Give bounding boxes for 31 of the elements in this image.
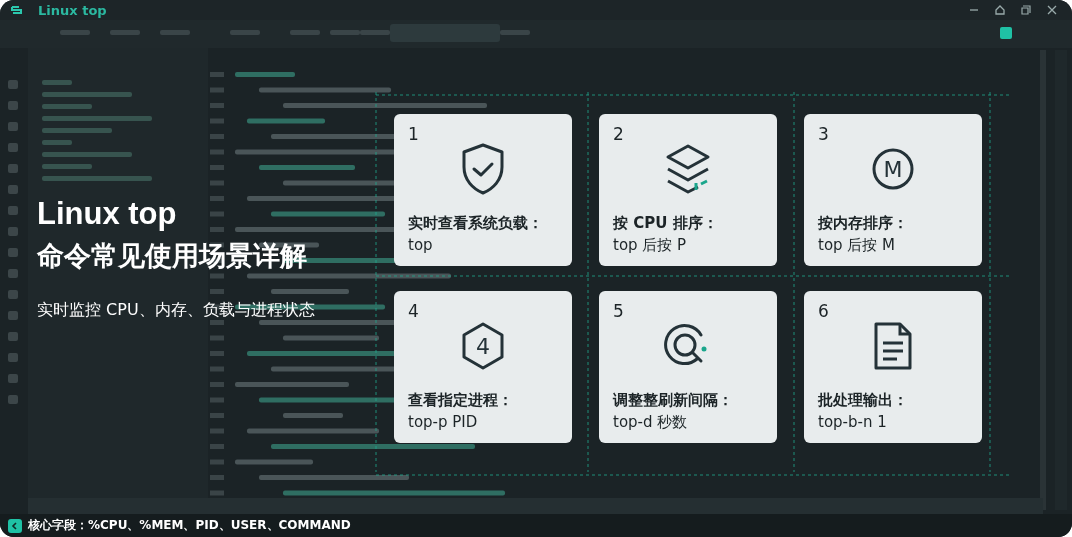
- status-text: 核心字段：%CPU、%MEM、PID、USER、COMMAND: [28, 517, 351, 534]
- hero-subtitle: 命令常见使用场景详解: [37, 239, 307, 273]
- card-command: top 后按 P: [613, 236, 687, 255]
- app-logo-icon: [10, 3, 24, 17]
- card-title: 批处理输出：: [818, 391, 908, 410]
- card-number: 1: [408, 124, 419, 144]
- card-number: 2: [613, 124, 624, 144]
- chevron-left-icon: [8, 518, 22, 533]
- hexagon-digit-icon: 4: [460, 321, 506, 371]
- hero-title: Linux top: [37, 196, 177, 232]
- card-number: 4: [408, 301, 419, 321]
- card-command: top-d 秒数: [613, 413, 688, 432]
- hero-tagline: 实时监控 CPU、内存、负载与进程状态: [37, 300, 315, 321]
- letter-circle-icon: M: [871, 147, 915, 191]
- card-number: 5: [613, 301, 624, 321]
- card-number: 6: [818, 301, 829, 321]
- window-title: Linux top: [38, 2, 107, 18]
- card-title: 调整整刷新间隔：: [613, 391, 733, 410]
- card-number: 3: [818, 124, 829, 144]
- card-command: top 后按 M: [818, 236, 896, 255]
- restore-icon[interactable]: [1020, 4, 1032, 16]
- card-title: 实时查看系统负载：: [408, 214, 543, 233]
- close-icon[interactable]: [1046, 4, 1058, 16]
- card-title: 查看指定进程：: [408, 391, 513, 410]
- document-icon: [872, 321, 914, 371]
- card-command: top-b-n 1: [818, 413, 887, 431]
- card-command: top-p PID: [408, 413, 478, 431]
- card-title: 按 CPU 排序：: [613, 214, 718, 233]
- card-command: top: [408, 236, 433, 254]
- home-icon[interactable]: [994, 4, 1006, 16]
- card-title: 按内存排序：: [818, 214, 908, 233]
